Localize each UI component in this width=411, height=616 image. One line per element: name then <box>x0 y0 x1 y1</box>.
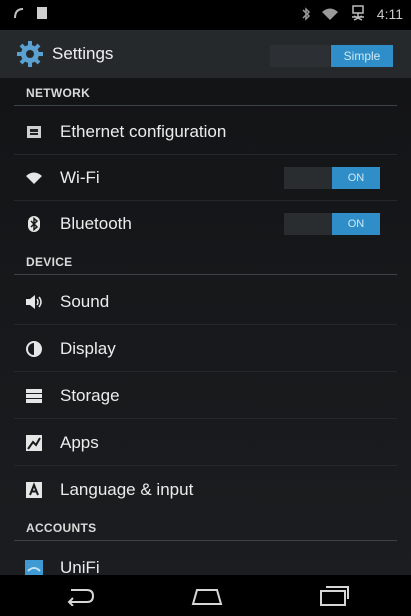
mode-switch-track[interactable] <box>270 45 330 67</box>
ethernet-icon <box>24 122 44 142</box>
section-network-label: NETWORK <box>26 86 91 100</box>
signal-hook-icon <box>14 8 24 19</box>
status-time: 4:11 <box>376 6 403 22</box>
status-right: 4:11 <box>301 5 403 23</box>
back-icon <box>67 589 95 606</box>
status-bar: 4:11 <box>0 0 411 30</box>
home-button[interactable] <box>187 583 227 609</box>
section-device: DEVICE <box>0 249 411 275</box>
settings-item-label: Wi-Fi <box>60 168 100 187</box>
wifi-icon <box>24 168 44 188</box>
settings-item-bluetooth[interactable]: Bluetooth ON <box>0 201 411 247</box>
section-network: NETWORK <box>0 80 411 106</box>
bluetooth-icon <box>24 214 44 234</box>
settings-gear-icon[interactable] <box>16 40 44 68</box>
settings-item-unifi[interactable]: UniFi <box>0 545 411 575</box>
toggle-on-label: ON <box>332 167 380 189</box>
network-icon <box>351 5 364 21</box>
language-icon <box>24 480 44 500</box>
row-divider <box>14 465 397 466</box>
settings-item-label: Display <box>60 339 116 358</box>
simple-mode-button[interactable]: Simple <box>331 45 393 67</box>
settings-item-sound[interactable]: Sound <box>0 279 411 325</box>
settings-item-display[interactable]: Display <box>0 326 411 372</box>
action-bar: Settings Simple <box>0 30 411 79</box>
brightness-icon <box>24 339 44 359</box>
apps-icon <box>24 433 44 453</box>
settings-item-wifi[interactable]: Wi-Fi ON <box>0 155 411 201</box>
section-device-label: DEVICE <box>26 255 73 269</box>
wifi-icon <box>321 8 338 20</box>
section-divider <box>14 274 397 275</box>
status-left <box>12 6 48 20</box>
wifi-toggle[interactable]: ON <box>284 167 380 189</box>
bluetooth-icon <box>302 7 310 21</box>
settings-item-label: Sound <box>60 292 110 311</box>
section-divider <box>14 540 397 541</box>
storage-icon <box>24 386 44 406</box>
section-accounts: ACCOUNTS <box>0 515 411 541</box>
section-accounts-label: ACCOUNTS <box>26 521 97 535</box>
row-divider <box>14 418 397 419</box>
settings-item-apps[interactable]: Apps <box>0 420 411 466</box>
toggle-on-label: ON <box>332 213 380 235</box>
recents-icon <box>320 586 349 606</box>
home-icon <box>191 589 223 605</box>
settings-item-label: UniFi <box>60 558 100 575</box>
row-divider <box>14 371 397 372</box>
speaker-icon <box>24 292 44 312</box>
settings-item-label: Bluetooth <box>60 214 132 233</box>
settings-item-language[interactable]: Language & input <box>0 467 411 513</box>
settings-item-storage[interactable]: Storage <box>0 373 411 419</box>
settings-item-label: Language & input <box>60 480 194 499</box>
settings-list[interactable]: NETWORK Ethernet configuration Wi-Fi ON … <box>0 78 411 575</box>
page-title: Settings <box>52 44 114 63</box>
row-divider <box>14 324 397 325</box>
bluetooth-toggle[interactable]: ON <box>284 213 380 235</box>
settings-item-label: Storage <box>60 386 120 405</box>
recents-button[interactable] <box>314 583 354 609</box>
section-divider <box>14 105 397 106</box>
settings-item-label: Apps <box>60 433 99 452</box>
settings-item-ethernet[interactable]: Ethernet configuration <box>0 109 411 155</box>
back-button[interactable] <box>60 583 100 609</box>
settings-item-label: Ethernet configuration <box>60 122 227 141</box>
unifi-icon <box>24 558 44 575</box>
battery-square-icon <box>37 7 47 19</box>
navigation-bar <box>0 575 411 616</box>
